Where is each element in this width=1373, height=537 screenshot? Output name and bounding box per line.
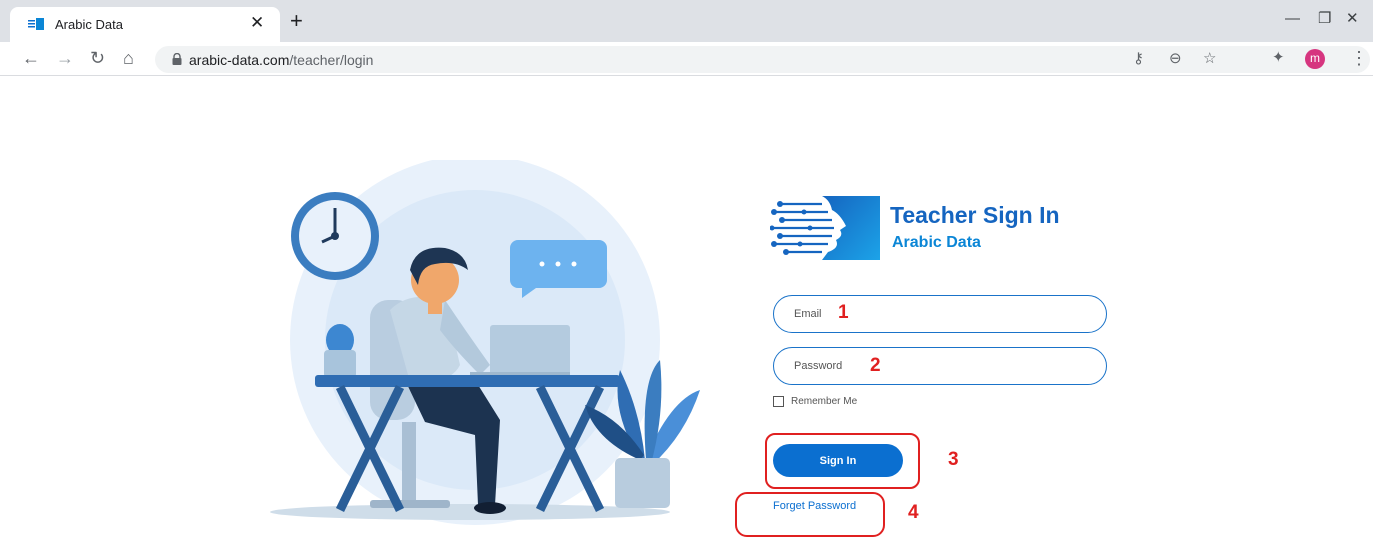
- browser-toolbar: ← → ↻ ⌂ arabic-data.com/teacher/login ⚷ …: [0, 42, 1373, 76]
- forward-icon[interactable]: →: [56, 47, 74, 69]
- star-icon[interactable]: ☆: [1203, 50, 1216, 68]
- arabic-data-logo-icon: [770, 196, 880, 260]
- forget-password-link[interactable]: Forget Password: [773, 500, 856, 512]
- home-icon[interactable]: ⌂: [123, 47, 134, 69]
- annotation-highlight-4: [735, 492, 885, 537]
- minimize-icon[interactable]: —: [1285, 10, 1300, 28]
- tab-title: Arabic Data: [55, 17, 123, 32]
- window-close-icon[interactable]: ✕: [1346, 10, 1359, 28]
- close-icon[interactable]: ✕: [250, 13, 264, 33]
- reload-icon[interactable]: ↻: [90, 47, 105, 69]
- page-title: Teacher Sign In: [890, 202, 1060, 228]
- menu-icon[interactable]: ⋮: [1350, 47, 1368, 69]
- page-subtitle: Arabic Data: [892, 234, 981, 251]
- lock-icon: [172, 53, 182, 65]
- url-path: /teacher/login: [289, 52, 374, 68]
- tab-strip: Arabic Data ✕ + — ❐ ✕: [0, 0, 1373, 42]
- remember-checkbox[interactable]: [773, 396, 784, 407]
- password-field[interactable]: [773, 347, 1107, 385]
- email-field[interactable]: [773, 295, 1107, 333]
- url-domain: arabic-data.com: [189, 52, 290, 68]
- restore-icon[interactable]: ❐: [1318, 10, 1331, 28]
- annotation-marker-4: 4: [908, 502, 919, 523]
- site-favicon-icon: [28, 18, 44, 30]
- floor-shadow: [270, 504, 670, 520]
- annotation-marker-2: 2: [870, 355, 881, 376]
- password-input[interactable]: [774, 348, 1106, 384]
- browser-tab[interactable]: Arabic Data ✕: [10, 7, 280, 42]
- email-input[interactable]: [774, 296, 1106, 332]
- annotation-marker-1: 1: [838, 302, 849, 323]
- small-plant: [324, 324, 356, 378]
- plus-icon[interactable]: +: [290, 10, 303, 32]
- address-bar[interactable]: arabic-data.com/teacher/login ⚷ ⊖ ☆: [155, 46, 1370, 73]
- zoom-icon[interactable]: ⊖: [1169, 50, 1182, 68]
- url-text: arabic-data.com/teacher/login: [189, 52, 373, 68]
- sign-in-button[interactable]: Sign In: [773, 444, 903, 477]
- back-icon[interactable]: ←: [22, 47, 40, 69]
- remember-label: Remember Me: [791, 396, 858, 407]
- clock-icon: [291, 192, 379, 280]
- remember-me[interactable]: Remember Me: [773, 396, 857, 407]
- workspace-illustration: [270, 160, 700, 525]
- avatar[interactable]: m: [1305, 49, 1325, 69]
- key-icon[interactable]: ⚷: [1133, 50, 1144, 68]
- extensions-icon[interactable]: ✦: [1272, 47, 1285, 69]
- annotation-marker-3: 3: [948, 449, 959, 470]
